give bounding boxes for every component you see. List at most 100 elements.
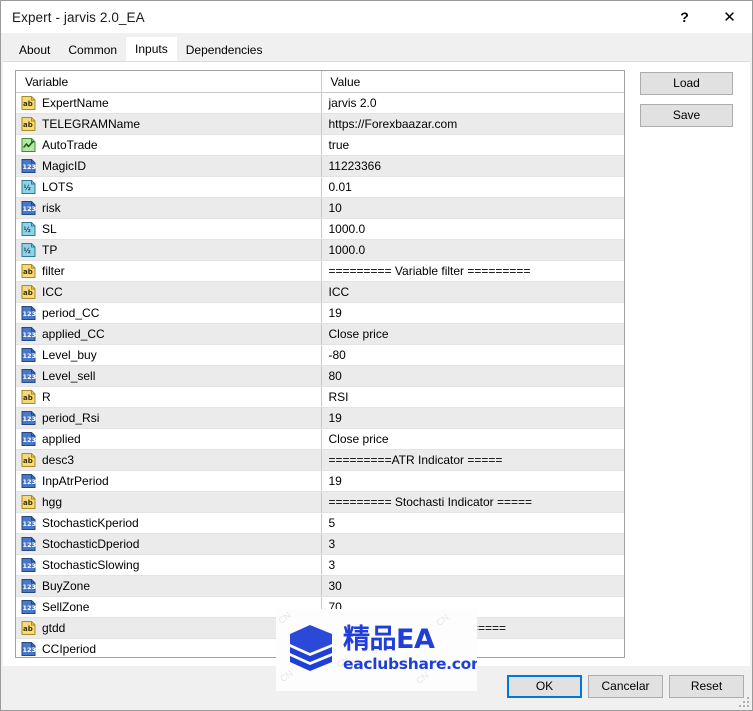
variable-cell[interactable]: 123 applied_CC <box>16 323 322 345</box>
value-text: 5 <box>328 516 336 530</box>
table-row[interactable]: 123 applied_CC Close price <box>16 323 624 345</box>
table-row[interactable]: ab TELEGRAMName https://Forexbaazar.com <box>16 113 624 135</box>
save-button[interactable]: Save <box>640 104 733 127</box>
value-cell[interactable]: 10 <box>321 197 624 219</box>
integer-type-icon: 123 <box>21 327 36 341</box>
table-row[interactable]: 123 risk 10 <box>16 197 624 219</box>
table-row[interactable]: 123 MagicID 11223366 <box>16 155 624 177</box>
variable-cell[interactable]: 123 MagicID <box>16 155 322 177</box>
inputs-grid[interactable]: Variable Value ab ExpertName jarvis 2.0 a… <box>15 70 625 658</box>
value-cell[interactable]: true <box>321 134 624 156</box>
table-row[interactable]: AutoTrade true <box>16 134 624 156</box>
variable-cell[interactable]: 123 StochasticKperiod <box>16 512 322 534</box>
value-cell[interactable]: 11223366 <box>321 155 624 177</box>
table-row[interactable]: ½ SL 1000.0 <box>16 218 624 240</box>
variable-cell[interactable]: ab TELEGRAMName <box>16 113 322 135</box>
variable-cell[interactable]: 123 StochasticDperiod <box>16 533 322 555</box>
variable-cell[interactable]: ab R <box>16 386 322 408</box>
variable-cell[interactable]: ab desc3 <box>16 449 322 471</box>
integer-type-icon: 123 <box>21 579 36 593</box>
variable-cell[interactable]: ½ SL <box>16 218 322 240</box>
value-text: -80 <box>328 348 346 362</box>
help-icon[interactable]: ? <box>662 1 707 32</box>
value-cell[interactable]: 3 <box>321 533 624 555</box>
table-row[interactable]: ab desc3 =========ATR Indicator ===== <box>16 449 624 471</box>
close-icon[interactable]: ✕ <box>707 1 752 32</box>
variable-name: SL <box>42 222 57 236</box>
tab-dependencies[interactable]: Dependencies <box>177 40 272 61</box>
variable-cell[interactable]: ab ICC <box>16 281 322 303</box>
value-cell[interactable]: 30 <box>321 575 624 597</box>
cancel-button[interactable]: Cancelar <box>588 675 663 698</box>
value-cell[interactable]: Close price <box>321 428 624 450</box>
watermark-text-block: 精品EA eaclubshare.com <box>343 624 477 673</box>
table-row[interactable]: 123 StochasticDperiod 3 <box>16 533 624 555</box>
value-cell[interactable]: 19 <box>321 407 624 429</box>
value-cell[interactable]: 5 <box>321 512 624 534</box>
tab-common[interactable]: Common <box>59 40 126 61</box>
table-row[interactable]: 123 StochasticSlowing 3 <box>16 554 624 576</box>
variable-cell[interactable]: 123 Level_sell <box>16 365 322 387</box>
table-row[interactable]: 123 period_Rsi 19 <box>16 407 624 429</box>
variable-cell[interactable]: 123 risk <box>16 197 322 219</box>
svg-text:123: 123 <box>23 415 37 423</box>
variable-cell[interactable]: ab ExpertName <box>16 92 322 114</box>
variable-cell[interactable]: ab filter <box>16 260 322 282</box>
variable-cell[interactable]: ab hgg <box>16 491 322 513</box>
tab-about[interactable]: About <box>10 40 59 61</box>
variable-cell[interactable]: 123 InpAtrPeriod <box>16 470 322 492</box>
value-cell[interactable]: 19 <box>321 302 624 324</box>
ok-button[interactable]: OK <box>507 675 582 698</box>
column-header-value[interactable]: Value <box>321 71 624 93</box>
svg-text:½: ½ <box>24 247 31 255</box>
table-row[interactable]: ab ICC ICC <box>16 281 624 303</box>
table-row[interactable]: ½ TP 1000.0 <box>16 239 624 261</box>
reset-button[interactable]: Reset <box>669 675 744 698</box>
value-cell[interactable]: jarvis 2.0 <box>321 92 624 114</box>
variable-cell[interactable]: 123 applied <box>16 428 322 450</box>
variable-cell[interactable]: 123 period_CC <box>16 302 322 324</box>
variable-cell[interactable]: ½ TP <box>16 239 322 261</box>
table-row[interactable]: 123 applied Close price <box>16 428 624 450</box>
table-row[interactable]: 123 BuyZone 30 <box>16 575 624 597</box>
table-row[interactable]: 123 Level_sell 80 <box>16 365 624 387</box>
value-text: true <box>328 138 350 152</box>
value-cell[interactable]: https://Forexbaazar.com <box>321 113 624 135</box>
table-row[interactable]: ab hgg ========= Stochasti Indicator ====… <box>16 491 624 513</box>
value-cell[interactable]: 1000.0 <box>321 239 624 261</box>
table-row[interactable]: ab R RSI <box>16 386 624 408</box>
table-row[interactable]: ½ LOTS 0.01 <box>16 176 624 198</box>
table-row[interactable]: 123 period_CC 19 <box>16 302 624 324</box>
variable-cell[interactable]: AutoTrade <box>16 134 322 156</box>
value-cell[interactable]: 1000.0 <box>321 218 624 240</box>
value-text: 19 <box>328 411 342 425</box>
variable-cell[interactable]: 123 period_Rsi <box>16 407 322 429</box>
table-row[interactable]: 123 Level_buy -80 <box>16 344 624 366</box>
value-cell[interactable]: ========= Variable filter ========= <box>321 260 624 282</box>
column-header-variable[interactable]: Variable <box>16 71 322 93</box>
variable-cell[interactable]: ½ LOTS <box>16 176 322 198</box>
tab-inputs[interactable]: Inputs <box>126 37 177 61</box>
value-cell[interactable]: =========ATR Indicator ===== <box>321 449 624 471</box>
table-row[interactable]: 123 StochasticKperiod 5 <box>16 512 624 534</box>
resize-grip-icon[interactable] <box>737 695 749 707</box>
table-row[interactable]: ab ExpertName jarvis 2.0 <box>16 92 624 114</box>
variable-cell[interactable]: 123 Level_buy <box>16 344 322 366</box>
variable-cell[interactable]: 123 StochasticSlowing <box>16 554 322 576</box>
variable-cell[interactable]: 123 BuyZone <box>16 575 322 597</box>
load-button[interactable]: Load <box>640 72 733 95</box>
integer-type-icon: 123 <box>21 537 36 551</box>
value-cell[interactable]: 3 <box>321 554 624 576</box>
value-cell[interactable]: ========= Stochasti Indicator ===== <box>321 491 624 513</box>
table-row[interactable]: 123 InpAtrPeriod 19 <box>16 470 624 492</box>
value-cell[interactable]: 19 <box>321 470 624 492</box>
value-cell[interactable]: Close price <box>321 323 624 345</box>
value-cell[interactable]: ICC <box>321 281 624 303</box>
table-row[interactable]: ab filter ========= Variable filter =====… <box>16 260 624 282</box>
svg-text:123: 123 <box>23 373 37 381</box>
value-cell[interactable]: 0.01 <box>321 176 624 198</box>
value-cell[interactable]: RSI <box>321 386 624 408</box>
title-bar-buttons: ? ✕ <box>662 1 752 33</box>
value-cell[interactable]: -80 <box>321 344 624 366</box>
value-cell[interactable]: 80 <box>321 365 624 387</box>
